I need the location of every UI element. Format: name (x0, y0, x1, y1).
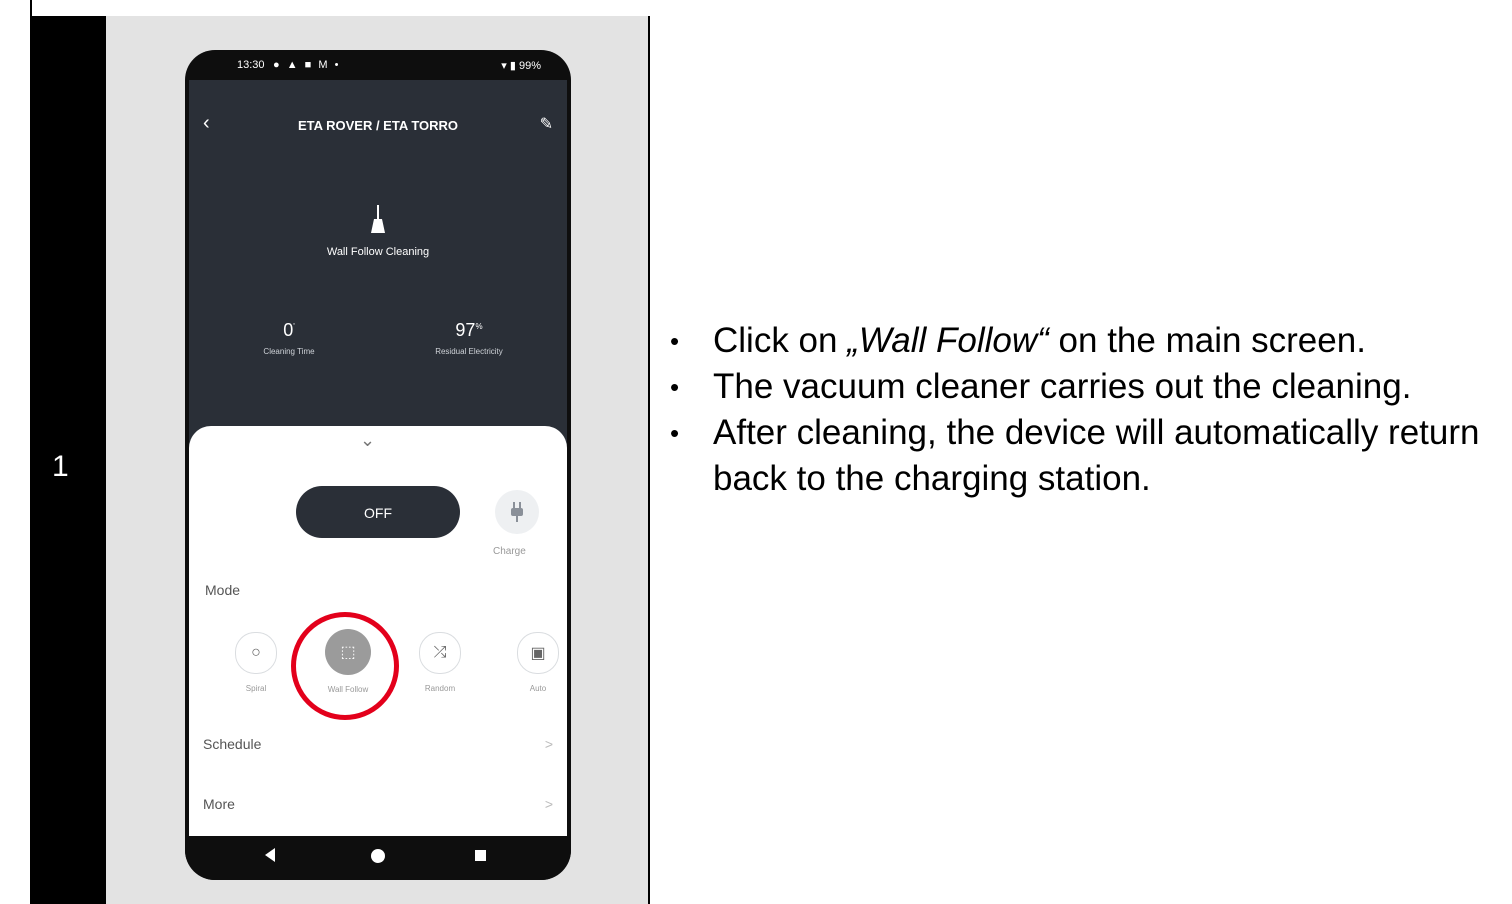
plug-icon (511, 502, 523, 522)
chevron-right-icon: > (544, 796, 553, 812)
step-number: 1 (52, 450, 69, 483)
cleaning-time-label: Cleaning Time (263, 347, 315, 356)
instruction-item: • After cleaning, the device will automa… (662, 410, 1512, 502)
battery-indicator: ▾ ▮ 99% (501, 60, 541, 72)
mode-spiral[interactable]: ○ Spiral (233, 632, 279, 693)
schedule-label: Schedule (203, 736, 262, 752)
nav-home-icon[interactable] (371, 849, 385, 863)
residual-electricity-label: Residual Electricity (435, 347, 503, 356)
broom-icon (371, 205, 385, 233)
app-bar: ‹ ETA ROVER / ETA TORRO ✎ (185, 112, 571, 142)
residual-electricity-unit: % (475, 322, 483, 331)
instruction-text-pre: Click on (713, 321, 848, 360)
nav-recents-icon[interactable] (475, 850, 486, 861)
mode-auto[interactable]: ▣ Auto (515, 632, 561, 693)
mode-spiral-label: Spiral (245, 684, 267, 693)
chevron-right-icon: > (544, 736, 553, 752)
spiral-icon: ○ (235, 632, 277, 674)
residual-electricity-stat: 97% Residual Electricity (399, 320, 539, 356)
charge-label: Charge (493, 546, 526, 557)
instruction-text: The vacuum cleaner carries out the clean… (713, 367, 1412, 406)
status-icons: ● ▲ ■ M • (273, 59, 341, 71)
android-nav-bar (185, 836, 571, 880)
bullet-icon: • (670, 372, 680, 402)
instruction-list: • Click on „Wall Follow“ on the main scr… (662, 318, 1512, 502)
nav-back-icon[interactable] (265, 848, 275, 862)
phone-screenshot: 13:30 ● ▲ ■ M • ▾ ▮ 99% ‹ ETA ROVER / ET… (185, 50, 571, 880)
highlight-circle (291, 612, 399, 720)
mode-random-label: Random (424, 684, 456, 693)
mode-auto-label: Auto (529, 684, 547, 693)
instruction-item: • Click on „Wall Follow“ on the main scr… (662, 318, 1512, 364)
charge-button[interactable] (495, 490, 539, 534)
power-off-button[interactable]: OFF (296, 486, 460, 538)
cleaning-time-stat: 0' Cleaning Time (219, 320, 359, 356)
cleaning-time-value: 0 (283, 320, 294, 340)
more-row[interactable]: More > (203, 796, 553, 812)
mode-section-title: Mode (205, 582, 241, 598)
status-bar: 13:30 ● ▲ ■ M • ▾ ▮ 99% (185, 50, 571, 80)
bullet-icon: • (670, 326, 680, 356)
more-label: More (203, 796, 235, 812)
instruction-text-italic: „Wall Follow“ (847, 321, 1049, 360)
current-mode-label: Wall Follow Cleaning (326, 246, 430, 258)
instruction-text-post: on the main screen. (1048, 321, 1366, 360)
schedule-row[interactable]: Schedule > (203, 736, 553, 752)
bullet-icon: • (670, 418, 680, 448)
edit-icon[interactable]: ✎ (540, 114, 553, 134)
device-title: ETA ROVER / ETA TORRO (297, 118, 459, 133)
cleaning-time-unit: ' (293, 322, 295, 331)
chevron-down-icon[interactable]: ⌄ (360, 430, 375, 451)
instruction-text: After cleaning, the device will automati… (713, 413, 1480, 498)
mode-random[interactable]: ⤮ Random (417, 632, 463, 693)
instruction-item: • The vacuum cleaner carries out the cle… (662, 364, 1512, 410)
shuffle-icon: ⤮ (419, 632, 461, 674)
auto-icon: ▣ (517, 632, 559, 674)
residual-electricity-value: 97 (455, 320, 476, 340)
status-time: 13:30 (237, 59, 265, 71)
